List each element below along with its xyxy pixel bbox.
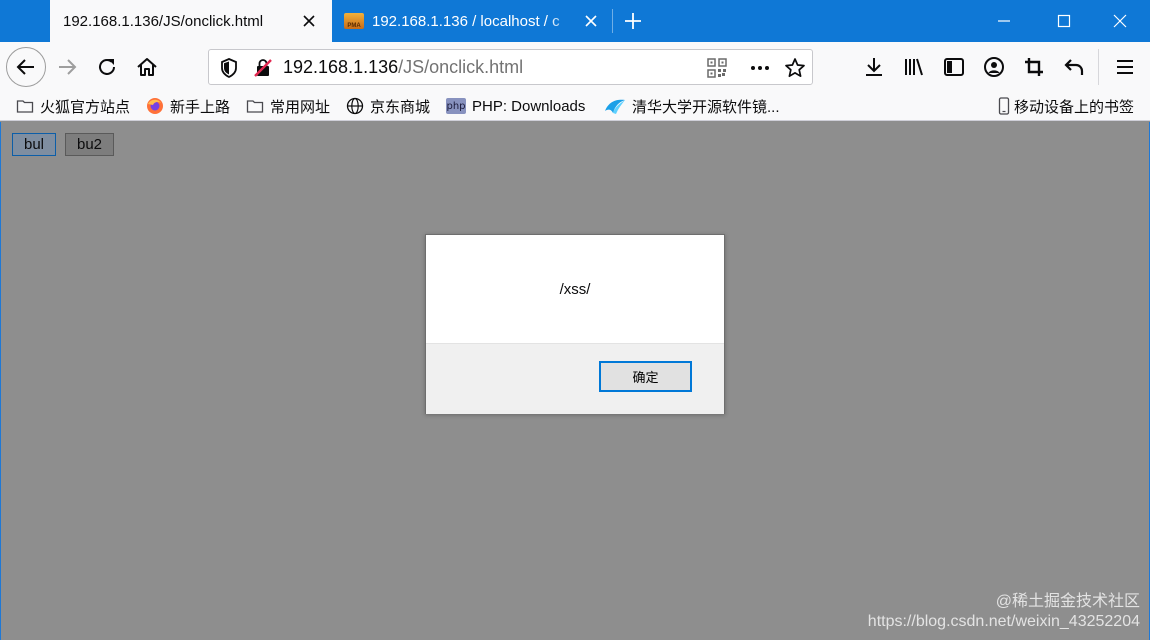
globe-icon xyxy=(346,97,364,115)
phpmyadmin-favicon-icon: PMA xyxy=(344,13,364,29)
maximize-icon[interactable] xyxy=(1055,12,1073,30)
bookmark-label: 清华大学开源软件镜... xyxy=(632,98,780,116)
ok-button[interactable]: 确定 xyxy=(599,361,692,392)
bookmark-firefox-official[interactable]: 火狐官方站点 xyxy=(16,94,130,118)
folder-icon xyxy=(246,100,264,113)
toolbar-separator xyxy=(1098,49,1099,85)
tab-title: 192.168.1.136 / localhost / c xyxy=(372,12,560,30)
page-actions-icon[interactable] xyxy=(748,56,772,80)
library-icon[interactable] xyxy=(902,55,926,79)
watermark: @稀土掘金技术社区 https://blog.csdn.net/weixin_4… xyxy=(868,592,1140,632)
bookmark-label: 常用网址 xyxy=(270,98,331,116)
alert-dialog: /xss/ 确定 xyxy=(425,234,725,414)
bookmark-common-sites[interactable]: 常用网址 xyxy=(246,94,330,118)
tab-phpmyadmin[interactable]: PMA 192.168.1.136 / localhost / c xyxy=(332,0,612,42)
bul-button[interactable]: bul xyxy=(12,133,57,156)
bookmark-label: 火狐官方站点 xyxy=(40,98,131,116)
bookmark-tsinghua-mirror[interactable]: 清华大学开源软件镜... xyxy=(604,94,780,118)
sidebar-icon[interactable] xyxy=(942,55,966,79)
mobile-device-icon xyxy=(998,97,1010,115)
bookmark-getting-started[interactable]: 新手上路 xyxy=(146,94,230,118)
qr-code-icon[interactable] xyxy=(705,56,729,80)
tab-separator xyxy=(612,9,613,33)
tab-onclick[interactable]: 192.168.1.136/JS/onclick.html xyxy=(50,0,332,42)
close-tab-icon[interactable] xyxy=(300,12,318,30)
insecure-lock-icon[interactable] xyxy=(251,56,275,80)
hamburger-menu-icon[interactable] xyxy=(1113,55,1137,79)
forward-arrow-icon[interactable] xyxy=(55,55,79,79)
downloads-icon[interactable] xyxy=(862,55,886,79)
navigation-toolbar: 192.168.1.136/JS/onclick.html xyxy=(0,42,1150,92)
firefox-icon xyxy=(147,98,163,114)
undo-arrow-icon[interactable] xyxy=(1062,55,1086,79)
bookmark-label: 京东商城 xyxy=(370,98,431,116)
alert-footer: 确定 xyxy=(426,343,724,414)
tab-bar: 192.168.1.136/JS/onclick.html PMA 192.16… xyxy=(0,0,1150,42)
url-path: /JS/onclick.html xyxy=(398,57,524,77)
account-icon[interactable] xyxy=(982,55,1006,79)
tab-title: 192.168.1.136/JS/onclick.html xyxy=(63,12,264,30)
back-arrow-icon xyxy=(16,59,34,75)
bookmark-star-icon[interactable] xyxy=(783,56,807,80)
url-text[interactable]: 192.168.1.136/JS/onclick.html xyxy=(283,57,523,78)
folder-icon xyxy=(16,100,34,113)
bookmarks-toolbar: 火狐官方站点 新手上路 常用网址 京东商城 php PHP: Downloads… xyxy=(0,92,1150,121)
alert-message: /xss/ xyxy=(559,281,591,298)
address-bar[interactable]: 192.168.1.136/JS/onclick.html xyxy=(208,49,813,85)
php-icon: php xyxy=(446,98,466,114)
bookmark-label: 移动设备上的书签 xyxy=(1014,98,1135,116)
screenshot-crop-icon[interactable] xyxy=(1022,55,1046,79)
reload-icon[interactable] xyxy=(95,55,119,79)
bookmark-jd[interactable]: 京东商城 xyxy=(346,94,430,118)
home-icon[interactable] xyxy=(135,55,159,79)
back-button[interactable] xyxy=(6,47,46,87)
tsinghua-icon xyxy=(605,99,625,114)
bookmark-php-downloads[interactable]: php PHP: Downloads xyxy=(446,94,585,118)
watermark-line-2: https://blog.csdn.net/weixin_43252204 xyxy=(867,613,1140,630)
close-tab-icon[interactable] xyxy=(582,12,600,30)
new-tab-icon[interactable] xyxy=(622,10,644,32)
bookmark-label: 新手上路 xyxy=(170,98,231,116)
bu2-button[interactable]: bu2 xyxy=(65,133,115,156)
watermark-line-1: @稀土掘金技术社区 xyxy=(995,593,1140,610)
window-close-icon[interactable] xyxy=(1111,12,1129,30)
bookmark-mobile[interactable]: 移动设备上的书签 xyxy=(998,94,1134,118)
tracking-shield-icon[interactable] xyxy=(217,56,241,80)
url-host: 192.168.1.136 xyxy=(283,57,399,77)
bookmark-label: PHP: Downloads xyxy=(472,97,586,115)
minimize-icon[interactable] xyxy=(995,12,1013,30)
